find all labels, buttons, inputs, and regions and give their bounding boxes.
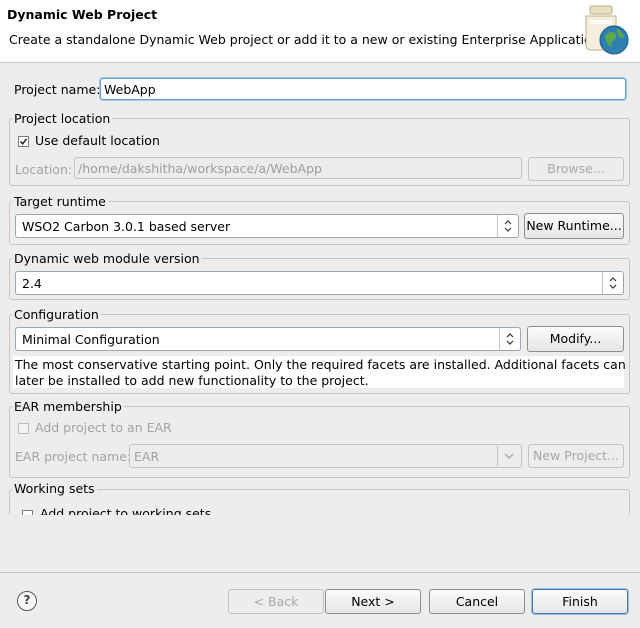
next-button[interactable]: Next >: [325, 589, 421, 614]
module-version-group-label: Dynamic web module version: [12, 251, 202, 266]
browse-button[interactable]: Browse...: [528, 157, 624, 181]
updown-arrow-icon: [602, 272, 623, 294]
module-version-value: 2.4: [22, 276, 42, 291]
working-sets-group-label: Working sets: [12, 481, 97, 496]
use-default-location-checkbox[interactable]: [18, 136, 29, 147]
configuration-group-label: Configuration: [12, 307, 101, 322]
wizard-header: Dynamic Web Project Create a standalone …: [0, 0, 640, 63]
updown-arrow-icon: [497, 215, 518, 237]
add-to-working-sets-checkbox[interactable]: [22, 510, 33, 515]
chevron-down-icon: [497, 445, 521, 467]
new-project-button[interactable]: New Project...: [528, 444, 624, 468]
cancel-button[interactable]: Cancel: [429, 589, 525, 614]
project-name-label: Project name:: [14, 82, 101, 97]
wizard-subtitle: Create a standalone Dynamic Web project …: [9, 32, 604, 47]
ear-membership-group-label: EAR membership: [12, 399, 124, 414]
help-icon[interactable]: ?: [17, 591, 37, 611]
configuration-value: Minimal Configuration: [22, 332, 160, 347]
footer-separator: [0, 572, 640, 573]
module-version-select[interactable]: 2.4: [15, 271, 624, 295]
configuration-select[interactable]: Minimal Configuration: [15, 327, 521, 351]
target-runtime-value: WSO2 Carbon 3.0.1 based server: [22, 219, 231, 234]
configuration-description-line-1: The most conservative starting point. On…: [15, 357, 626, 372]
ear-project-select[interactable]: EAR: [129, 444, 522, 468]
configuration-description: The most conservative starting point. On…: [13, 356, 626, 388]
wizard-title: Dynamic Web Project: [7, 7, 158, 22]
working-sets-clip: Working sets Add project to working sets: [0, 480, 640, 515]
add-to-ear-checkbox[interactable]: [18, 423, 29, 434]
web-project-wizard-icon: [585, 5, 629, 55]
target-runtime-group-label: Target runtime: [12, 194, 108, 209]
add-to-working-sets-label[interactable]: Add project to working sets: [40, 506, 211, 515]
finish-button[interactable]: Finish: [532, 589, 628, 614]
use-default-location-label[interactable]: Use default location: [35, 133, 160, 148]
project-location-group-label: Project location: [12, 111, 113, 126]
target-runtime-select[interactable]: WSO2 Carbon 3.0.1 based server: [15, 214, 519, 238]
project-name-input[interactable]: WebApp: [100, 78, 626, 100]
location-label: Location:: [15, 162, 73, 177]
add-to-ear-label[interactable]: Add project to an EAR: [35, 420, 172, 435]
back-button[interactable]: < Back: [228, 589, 324, 614]
updown-arrow-icon: [499, 328, 520, 350]
location-input[interactable]: /home/dakshitha/workspace/a/WebApp: [74, 157, 522, 179]
ear-project-value: EAR: [134, 449, 160, 464]
configuration-description-line-2: later be installed to add new functional…: [15, 373, 369, 388]
checkmark-icon: [19, 138, 28, 145]
ear-project-name-label: EAR project name:: [15, 449, 132, 464]
new-runtime-button[interactable]: New Runtime...: [524, 213, 624, 239]
modify-button[interactable]: Modify...: [527, 326, 624, 352]
